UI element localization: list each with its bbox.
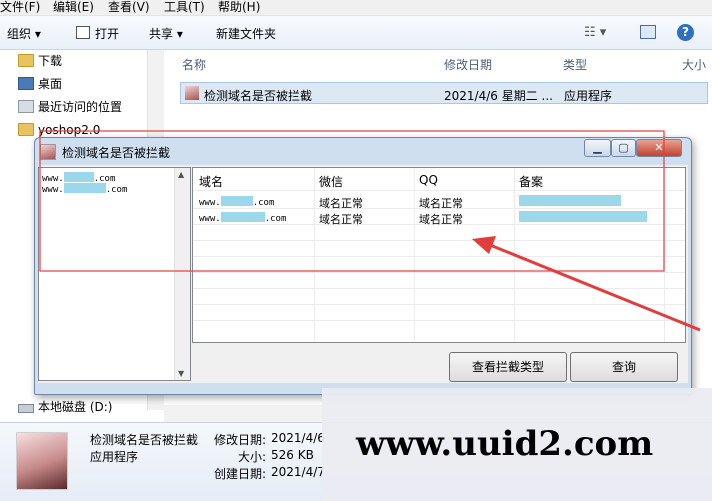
- watermark-text: www.uuid2.com: [356, 424, 654, 464]
- annotation-arrow-shaft: [489, 243, 701, 332]
- annotation-box: [39, 130, 665, 272]
- watermark-panel: www.uuid2.com: [322, 388, 712, 501]
- annotation-arrow-head: [472, 236, 496, 254]
